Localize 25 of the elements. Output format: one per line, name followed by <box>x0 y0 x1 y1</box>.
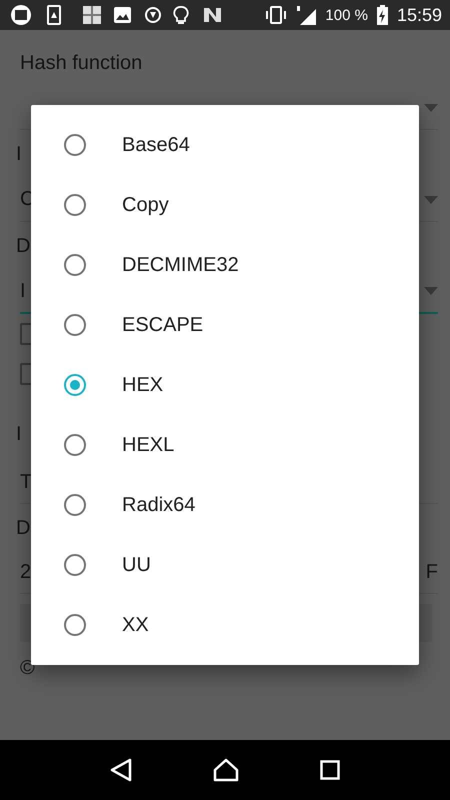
dropdown-arrow-icon <box>424 104 438 112</box>
radio-option[interactable]: ESCAPE <box>31 295 419 355</box>
home-icon[interactable] <box>212 758 239 782</box>
field-label: I <box>16 422 22 446</box>
signal-icon <box>296 5 316 25</box>
vibrate-icon <box>265 5 288 25</box>
radio-option[interactable]: UU <box>31 535 419 595</box>
radio-option[interactable]: Copy <box>31 175 419 235</box>
dropdown-arrow-icon <box>424 196 438 204</box>
recent-apps-icon[interactable] <box>320 760 340 780</box>
radio-option[interactable]: DECMIME32 <box>31 235 419 295</box>
radio-option[interactable]: Radix64 <box>31 475 419 535</box>
battery-charging-icon <box>376 5 388 25</box>
field-label: D <box>16 234 30 258</box>
radio-option[interactable]: HEX <box>31 355 419 415</box>
field-label: D <box>16 516 30 540</box>
radio-option[interactable]: HEXL <box>31 415 419 475</box>
field-label: I <box>16 142 22 166</box>
radio-option[interactable]: XX <box>31 595 419 655</box>
radio-option[interactable]: Base64 <box>31 115 419 175</box>
clock: 15:59 <box>396 4 442 26</box>
field-label: Hash function <box>20 52 142 74</box>
back-icon[interactable] <box>110 758 132 782</box>
dropdown-arrow-icon <box>424 287 438 295</box>
battery-percentage: 100 % <box>325 6 368 24</box>
